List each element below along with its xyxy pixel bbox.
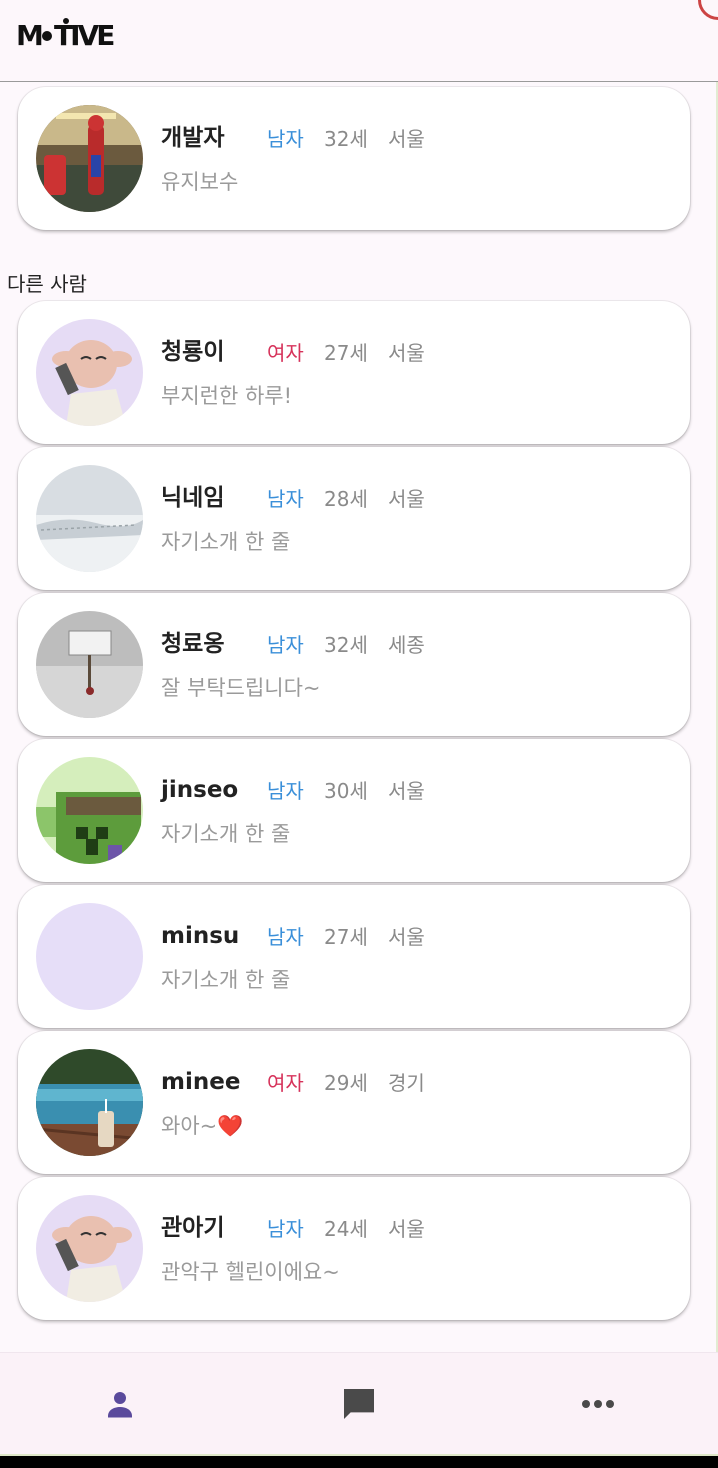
person-name: 청룡이: [161, 339, 225, 365]
region-label: 서울: [388, 1217, 425, 1241]
system-nav-bar: [0, 1454, 718, 1468]
gender-label: 여자: [267, 341, 304, 365]
avatar: [36, 319, 143, 426]
person-name: minsu: [161, 923, 240, 949]
age-label: 30세: [324, 779, 368, 803]
age-label: 28세: [324, 487, 368, 511]
nav-more-tab[interactable]: [478, 1353, 717, 1455]
age-label: 27세: [324, 341, 368, 365]
person-card[interactable]: minee 여자 29세 경기와아~❤️: [18, 1031, 690, 1174]
gender-label: 남자: [267, 925, 304, 949]
person-name: 닉네임: [161, 485, 225, 511]
chat-icon: [343, 1389, 374, 1419]
section-title-others: 다른 사람: [7, 272, 87, 296]
person-bio: 부지런한 하루!: [161, 384, 293, 408]
bottom-navigation: [0, 1352, 718, 1455]
avatar: [36, 105, 143, 212]
avatar: [36, 1195, 143, 1302]
avatar: [36, 757, 143, 864]
person-name: minee: [161, 1069, 241, 1095]
my-profile-card[interactable]: 개발자 남자 32세 서울 유지보수: [18, 87, 690, 230]
person-name: 청료옹: [161, 631, 225, 657]
person-card[interactable]: jinseo 남자 30세 서울자기소개 한 줄: [18, 739, 690, 882]
region-label: 서울: [388, 341, 425, 365]
snow-field-photo: [36, 465, 143, 572]
dobby-cartoon: [36, 1195, 143, 1302]
app-logo: M TIVE: [16, 17, 117, 52]
person-icon: [107, 1392, 132, 1418]
region-label: 서울: [388, 487, 425, 511]
avatar: [36, 465, 143, 572]
region-label: 경기: [388, 1071, 425, 1095]
spiderman-figure-photo: [36, 105, 143, 212]
person-card[interactable]: 관아기 남자 24세 서울관악구 헬린이에요~: [18, 1177, 690, 1320]
avatar: [36, 611, 143, 718]
app-bar: M TIVE: [0, 0, 718, 82]
motive-logo-mark: M TIVE: [16, 18, 117, 52]
gender-label: 남자: [267, 127, 304, 151]
region-label: 세종: [388, 633, 425, 657]
pool-resort-photo: [36, 1049, 143, 1156]
gender-label: 남자: [267, 633, 304, 657]
dobby-cartoon: [36, 319, 143, 426]
snow-sign-photo: [36, 611, 143, 718]
more-horizontal-icon: [581, 1400, 614, 1408]
gender-label: 남자: [267, 487, 304, 511]
age-label: 29세: [324, 1071, 368, 1095]
nav-profile-tab[interactable]: [0, 1353, 239, 1455]
gender-label: 여자: [267, 1071, 304, 1095]
svg-text:M: M: [16, 19, 42, 51]
profile-bio: 유지보수: [161, 170, 239, 194]
person-name: 관아기: [161, 1215, 225, 1241]
svg-text:TIVE: TIVE: [54, 19, 114, 51]
empty-lavender: [36, 903, 143, 1010]
person-bio: 자기소개 한 줄: [161, 530, 291, 554]
profile-name: 개발자: [161, 125, 225, 151]
person-card[interactable]: 닉네임 남자 28세 서울자기소개 한 줄: [18, 447, 690, 590]
gender-label: 남자: [267, 1217, 304, 1241]
person-bio: 자기소개 한 줄: [161, 968, 291, 992]
person-card[interactable]: minsu 남자 27세 서울자기소개 한 줄: [18, 885, 690, 1028]
age-label: 32세: [324, 127, 368, 151]
region-label: 서울: [388, 127, 425, 151]
avatar: [36, 903, 143, 1010]
person-bio: 잘 부탁드립니다~: [161, 676, 321, 700]
region-label: 서울: [388, 779, 425, 803]
person-bio: 자기소개 한 줄: [161, 822, 291, 846]
person-card[interactable]: 청료옹 남자 32세 세종잘 부탁드립니다~: [18, 593, 690, 736]
person-bio: 와아~❤️: [161, 1114, 244, 1138]
pixel-creeper: [36, 757, 143, 864]
region-label: 서울: [388, 925, 425, 949]
person-name: jinseo: [161, 777, 239, 803]
debug-banner-corner: [698, 0, 718, 20]
age-label: 27세: [324, 925, 368, 949]
person-card[interactable]: 청룡이 여자 27세 서울부지런한 하루!: [18, 301, 690, 444]
person-bio: 관악구 헬린이에요~: [161, 1260, 340, 1284]
avatar: [36, 1049, 143, 1156]
gender-label: 남자: [267, 779, 304, 803]
age-label: 32세: [324, 633, 368, 657]
nav-chat-tab[interactable]: [239, 1353, 478, 1455]
age-label: 24세: [324, 1217, 368, 1241]
